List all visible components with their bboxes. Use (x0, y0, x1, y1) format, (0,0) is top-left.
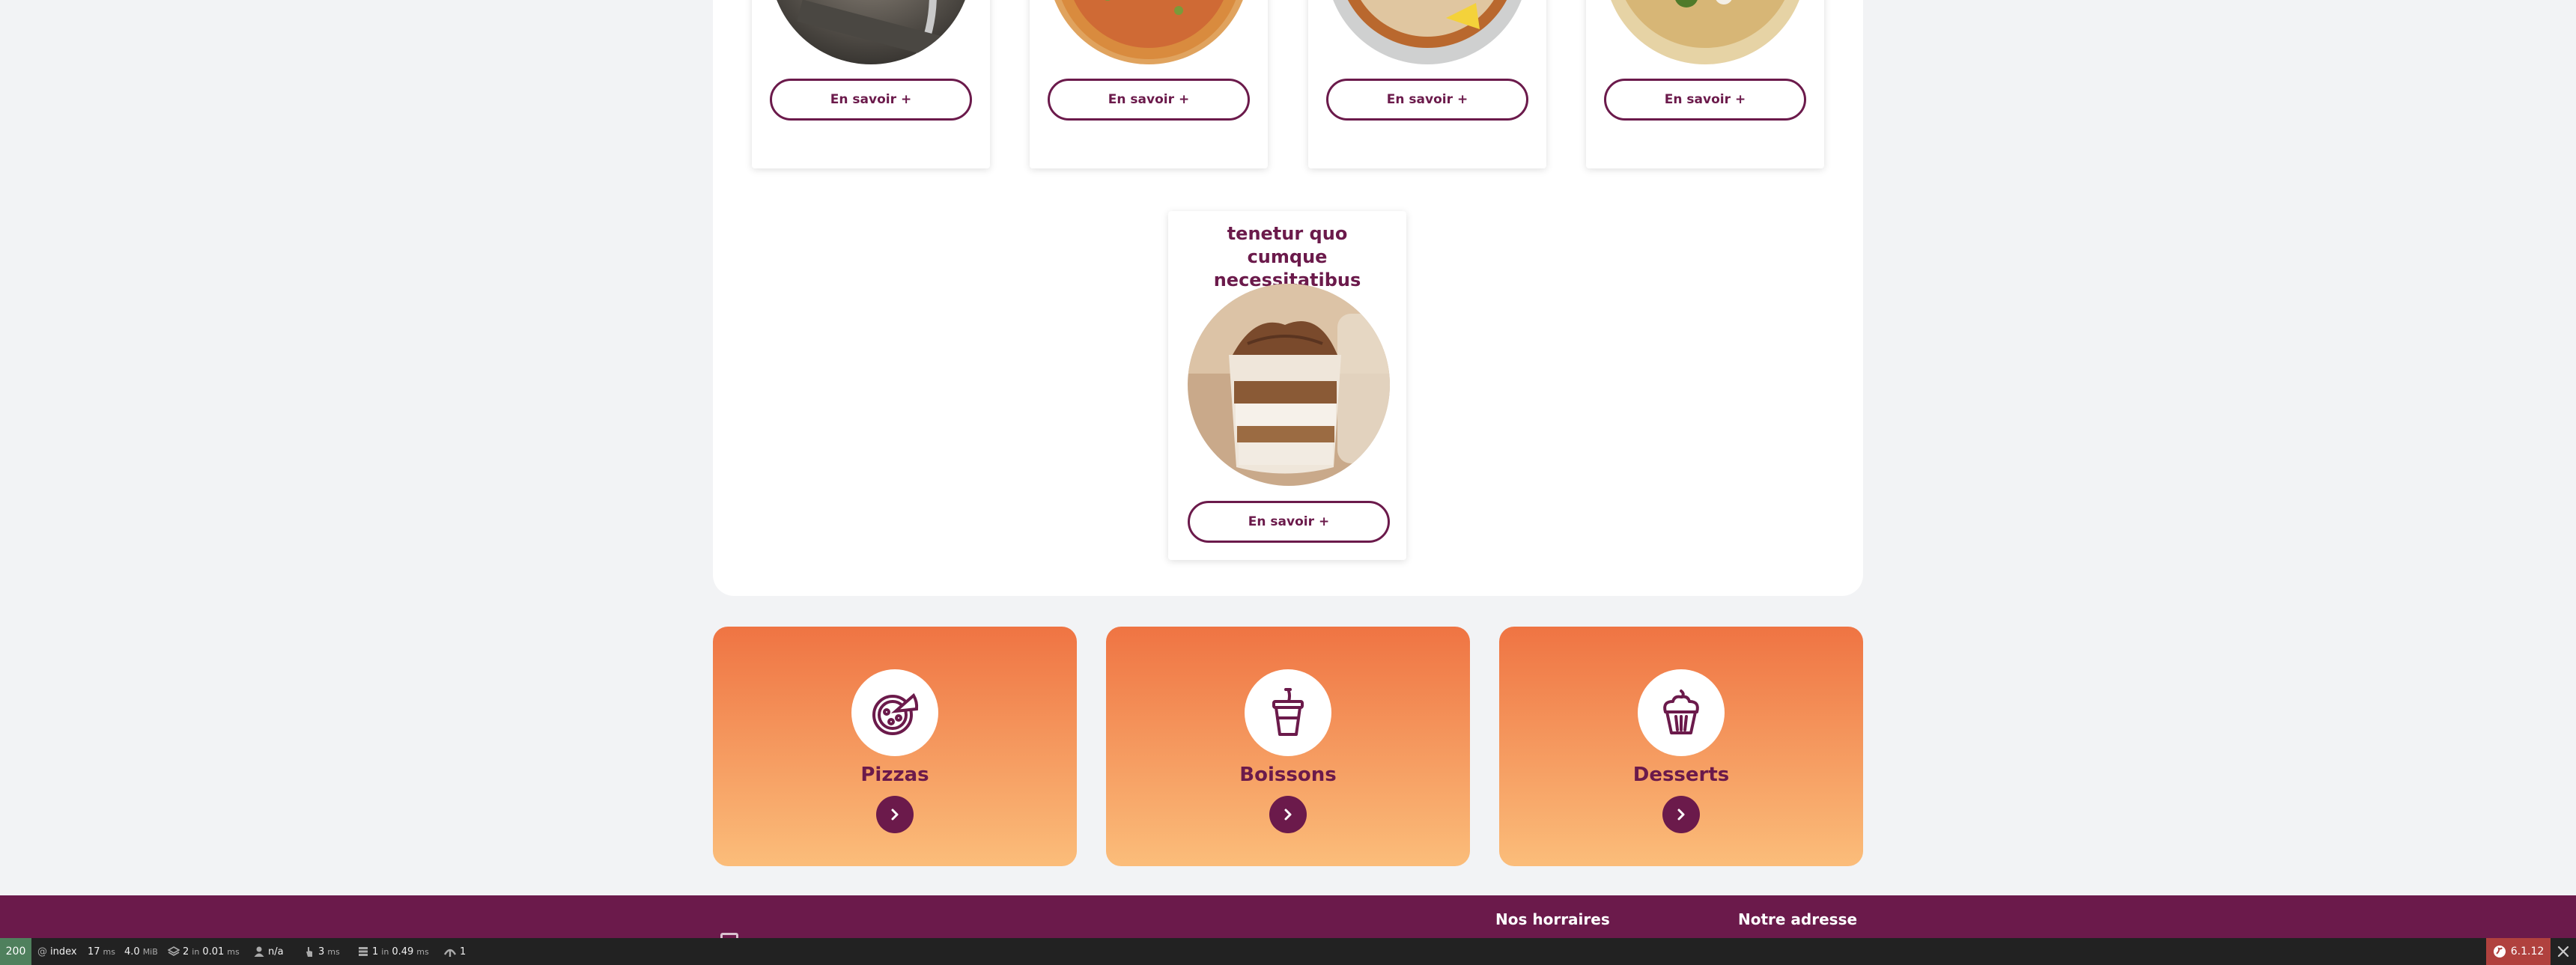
product-card: En savoir + (1030, 0, 1268, 168)
symfony-version-badge[interactable]: 6.1.12 (2486, 938, 2551, 965)
category-arrow-button[interactable] (876, 796, 914, 833)
product-card: En savoir + (752, 0, 990, 168)
debug-toolbar: 200 @ index 17 ms 4.0 MiB 2 in 0.01 ms n… (0, 938, 2576, 965)
product-image-seafood-pizza[interactable] (1326, 0, 1528, 64)
more-button[interactable]: En savoir + (1188, 501, 1390, 543)
more-button[interactable]: En savoir + (1604, 79, 1806, 121)
more-button[interactable]: En savoir + (1326, 79, 1528, 121)
memory-item[interactable]: 4.0 MiB (124, 938, 158, 965)
category-tile-pizzas[interactable]: Pizzas (713, 627, 1077, 866)
drink-icon (1245, 669, 1331, 756)
database-item[interactable]: 1 in 0.49 ms (357, 938, 429, 965)
logger-item[interactable]: 3 ms (303, 938, 340, 965)
symfony-logo-icon (2493, 946, 2506, 958)
footer-hours-heading: Nos horraires (1495, 910, 1610, 928)
category-label: Boissons (1239, 764, 1337, 786)
product-card-featured: tenetur quo cumque necessitatibus En sav… (1168, 211, 1406, 560)
status-code-badge[interactable]: 200 (0, 938, 31, 965)
user-icon (254, 946, 264, 957)
route-name: index (50, 946, 77, 958)
product-image-salad-pizza[interactable] (1604, 0, 1806, 64)
close-icon[interactable] (2551, 938, 2576, 965)
pizza-icon (851, 669, 938, 756)
more-button[interactable]: En savoir + (1048, 79, 1250, 121)
product-card: En savoir + (1308, 0, 1546, 168)
leaf-icon (443, 949, 457, 957)
category-label: Desserts (1632, 764, 1730, 786)
category-label: Pizzas (860, 764, 929, 786)
category-arrow-button[interactable] (1269, 796, 1307, 833)
cupcake-icon (1638, 669, 1725, 756)
layers-icon (168, 946, 180, 956)
time-item[interactable]: 17 ms (88, 938, 115, 965)
user-item[interactable]: n/a (253, 938, 284, 965)
database-icon (359, 947, 368, 956)
product-image-pizza[interactable] (1048, 0, 1250, 64)
product-image-dessert[interactable] (1188, 284, 1390, 486)
product-title: tenetur quo cumque necessitatibus (1213, 223, 1361, 290)
more-button[interactable]: En savoir + (770, 79, 972, 121)
footer-address-heading: Notre adresse (1738, 910, 1858, 928)
category-arrow-button[interactable] (1662, 796, 1700, 833)
hand-icon (306, 947, 312, 957)
category-tile-desserts[interactable]: Desserts (1499, 627, 1863, 866)
product-image-coffee[interactable] (770, 0, 972, 64)
category-tile-boissons[interactable]: Boissons (1106, 627, 1470, 866)
route-item[interactable]: @ index (37, 938, 77, 965)
twig-item[interactable]: 1 (443, 938, 466, 965)
product-card: En savoir + (1586, 0, 1824, 168)
at-icon: @ (37, 946, 47, 958)
cache-item[interactable]: 2 in 0.01 ms (168, 938, 240, 965)
